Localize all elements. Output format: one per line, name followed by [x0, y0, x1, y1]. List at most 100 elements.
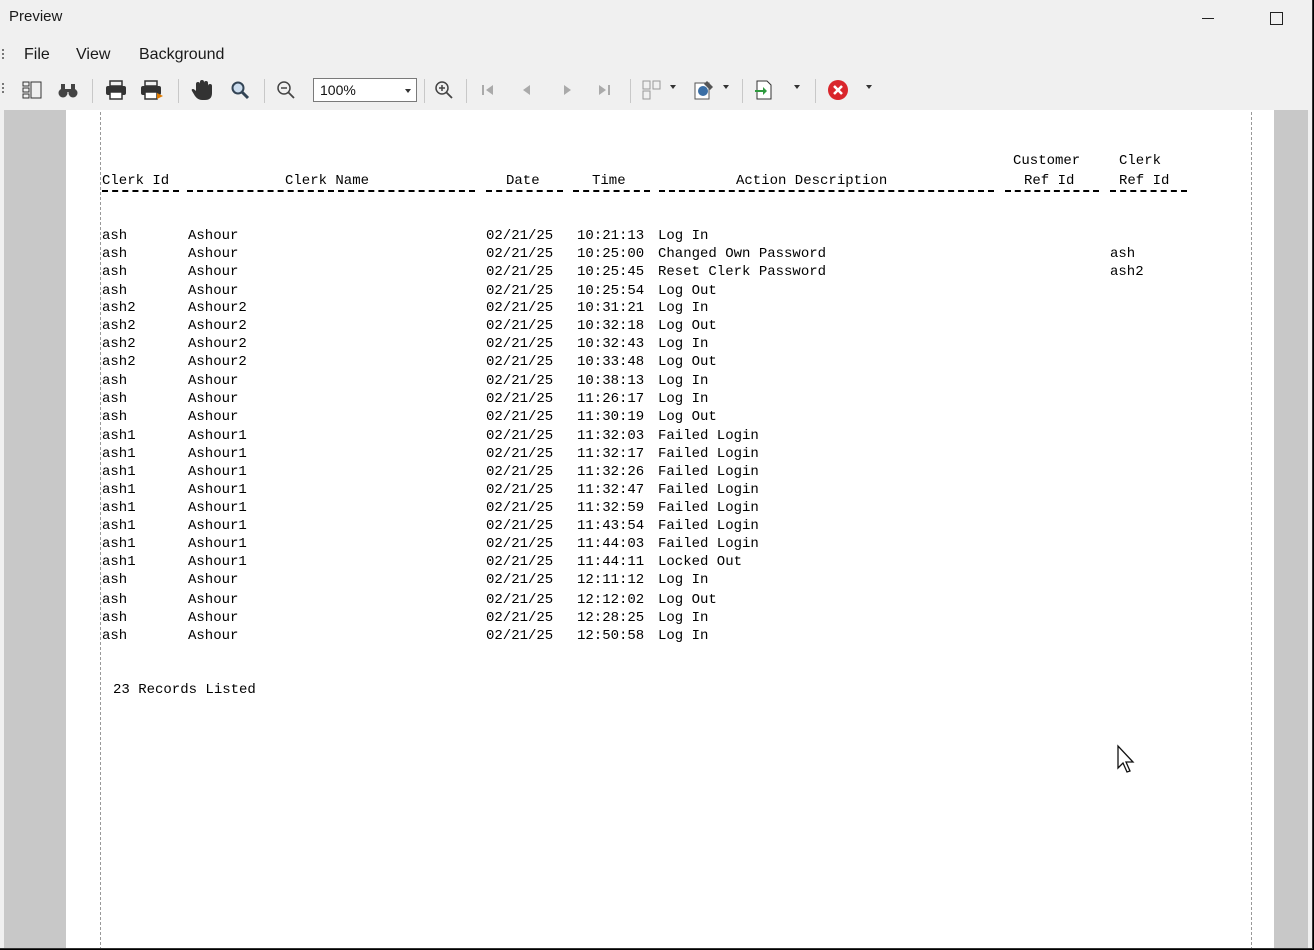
row-date: 02/21/25	[486, 482, 554, 498]
table-row: ash Ashour 02/21/25 10:25:54 Log Out	[102, 283, 1202, 301]
table-row: ash2 Ashour2 02/21/25 10:33:48 Log Out	[102, 354, 1202, 372]
row-clerk-id: ash	[102, 246, 128, 262]
row-action: Log Out	[658, 592, 717, 608]
row-time: 10:31:21	[577, 300, 645, 316]
table-row: ash1 Ashour1 02/21/25 11:32:59 Failed Login	[102, 500, 1202, 518]
zoom-in-icon	[435, 81, 453, 99]
close-preview-dropdown-icon[interactable]	[866, 85, 872, 89]
magnifier-button[interactable]	[228, 78, 252, 102]
row-clerk-name: Ashour1	[188, 482, 247, 498]
header-underline-action	[659, 190, 994, 192]
row-clerk-id: ash2	[102, 300, 136, 316]
row-date: 02/21/25	[486, 592, 554, 608]
row-action: Log In	[658, 373, 709, 389]
quick-print-button[interactable]	[140, 78, 164, 102]
row-action: Log Out	[658, 318, 717, 334]
table-row: ash Ashour 02/21/25 12:12:02 Log Out	[102, 592, 1202, 610]
menu-grip[interactable]	[2, 49, 4, 61]
row-action: Changed Own Password	[658, 246, 827, 262]
row-clerk-ref: ash2	[1110, 264, 1144, 280]
row-time: 11:32:17	[577, 446, 645, 462]
table-row: ash Ashour 02/21/25 12:50:58 Log In	[102, 628, 1202, 646]
menu-file[interactable]: File	[24, 46, 50, 64]
hand-tool-button[interactable]	[190, 78, 214, 102]
zoom-out-button[interactable]	[274, 78, 298, 102]
preview-window: Preview File View Background 100% Clerk …	[0, 0, 1313, 949]
row-date: 02/21/25	[486, 246, 554, 262]
color-button[interactable]	[692, 78, 716, 102]
header-underline-clerk-name	[187, 190, 475, 192]
row-clerk-name: Ashour	[188, 628, 239, 644]
row-action: Log In	[658, 610, 709, 626]
row-clerk-name: Ashour2	[188, 354, 247, 370]
row-action: Failed Login	[658, 536, 759, 552]
table-row: ash1 Ashour1 02/21/25 11:32:47 Failed Login	[102, 482, 1202, 500]
table-row: ash2 Ashour2 02/21/25 10:31:21 Log In	[102, 300, 1202, 318]
menu-background[interactable]: Background	[139, 46, 224, 64]
magnifier-icon	[231, 81, 250, 100]
row-time: 11:32:26	[577, 464, 645, 480]
row-clerk-name: Ashour	[188, 283, 239, 299]
row-clerk-id: ash	[102, 228, 128, 244]
first-page-button[interactable]	[476, 78, 500, 102]
multiple-pages-dropdown-icon[interactable]	[670, 85, 676, 89]
table-row: ash1 Ashour1 02/21/25 11:44:11 Locked Out	[102, 554, 1202, 572]
row-time: 10:25:00	[577, 246, 645, 262]
previous-page-icon	[523, 85, 530, 95]
row-clerk-id: ash	[102, 610, 128, 626]
print-button[interactable]	[104, 78, 128, 102]
row-clerk-id: ash2	[102, 336, 136, 352]
row-clerk-name: Ashour1	[188, 518, 247, 534]
last-page-button[interactable]	[592, 78, 616, 102]
zoom-dropdown-icon[interactable]	[405, 89, 411, 93]
table-row: ash2 Ashour2 02/21/25 10:32:43 Log In	[102, 336, 1202, 354]
find-icon	[58, 84, 78, 98]
row-action: Log In	[658, 300, 709, 316]
multiple-pages-button[interactable]	[640, 78, 664, 102]
previous-page-button[interactable]	[514, 78, 538, 102]
header-customer-ref-line1: Customer	[1013, 153, 1081, 169]
row-clerk-name: Ashour	[188, 228, 239, 244]
zoom-combobox[interactable]: 100%	[313, 78, 417, 102]
next-page-button[interactable]	[556, 78, 580, 102]
table-row: ash Ashour 02/21/25 10:21:13 Log In	[102, 228, 1202, 246]
row-clerk-id: ash1	[102, 554, 136, 570]
row-date: 02/21/25	[486, 300, 554, 316]
close-preview-button[interactable]	[826, 78, 850, 102]
row-time: 10:38:13	[577, 373, 645, 389]
export-dropdown-icon[interactable]	[794, 85, 800, 89]
row-date: 02/21/25	[486, 228, 554, 244]
table-row: ash Ashour 02/21/25 10:25:45 Reset Clerk Pas…	[102, 264, 1202, 282]
row-clerk-id: ash1	[102, 500, 136, 516]
row-date: 02/21/25	[486, 264, 554, 280]
row-action: Log Out	[658, 354, 717, 370]
export-icon	[755, 80, 772, 100]
row-action: Failed Login	[658, 518, 759, 534]
row-clerk-name: Ashour1	[188, 464, 247, 480]
row-action: Log Out	[658, 283, 717, 299]
table-row: ash Ashour 02/21/25 10:38:13 Log In	[102, 373, 1202, 391]
row-clerk-name: Ashour2	[188, 318, 247, 334]
toolbar-grip[interactable]	[2, 83, 4, 95]
row-time: 11:26:17	[577, 391, 645, 407]
maximize-button[interactable]	[1254, 2, 1298, 32]
color-dropdown-icon[interactable]	[723, 85, 729, 89]
mouse-cursor-icon	[1117, 744, 1135, 773]
row-date: 02/21/25	[486, 628, 554, 644]
header-underline-time	[573, 190, 650, 192]
row-clerk-name: Ashour2	[188, 336, 247, 352]
minimize-button[interactable]	[1186, 2, 1230, 32]
thumbnails-button[interactable]	[20, 78, 44, 102]
menu-view[interactable]: View	[76, 46, 110, 64]
zoom-in-button[interactable]	[432, 78, 456, 102]
table-row: ash1 Ashour1 02/21/25 11:44:03 Failed Login	[102, 536, 1202, 554]
close-preview-icon	[828, 80, 848, 100]
export-button[interactable]	[752, 78, 776, 102]
records-summary: 23 Records Listed	[113, 682, 256, 698]
row-time: 11:44:03	[577, 536, 645, 552]
row-date: 02/21/25	[486, 391, 554, 407]
menu-bar: File View Background	[0, 42, 1312, 68]
find-button[interactable]	[56, 78, 80, 102]
table-row: ash Ashour 02/21/25 10:25:00 Changed Own Pas…	[102, 246, 1202, 264]
header-underline-date	[486, 190, 563, 192]
